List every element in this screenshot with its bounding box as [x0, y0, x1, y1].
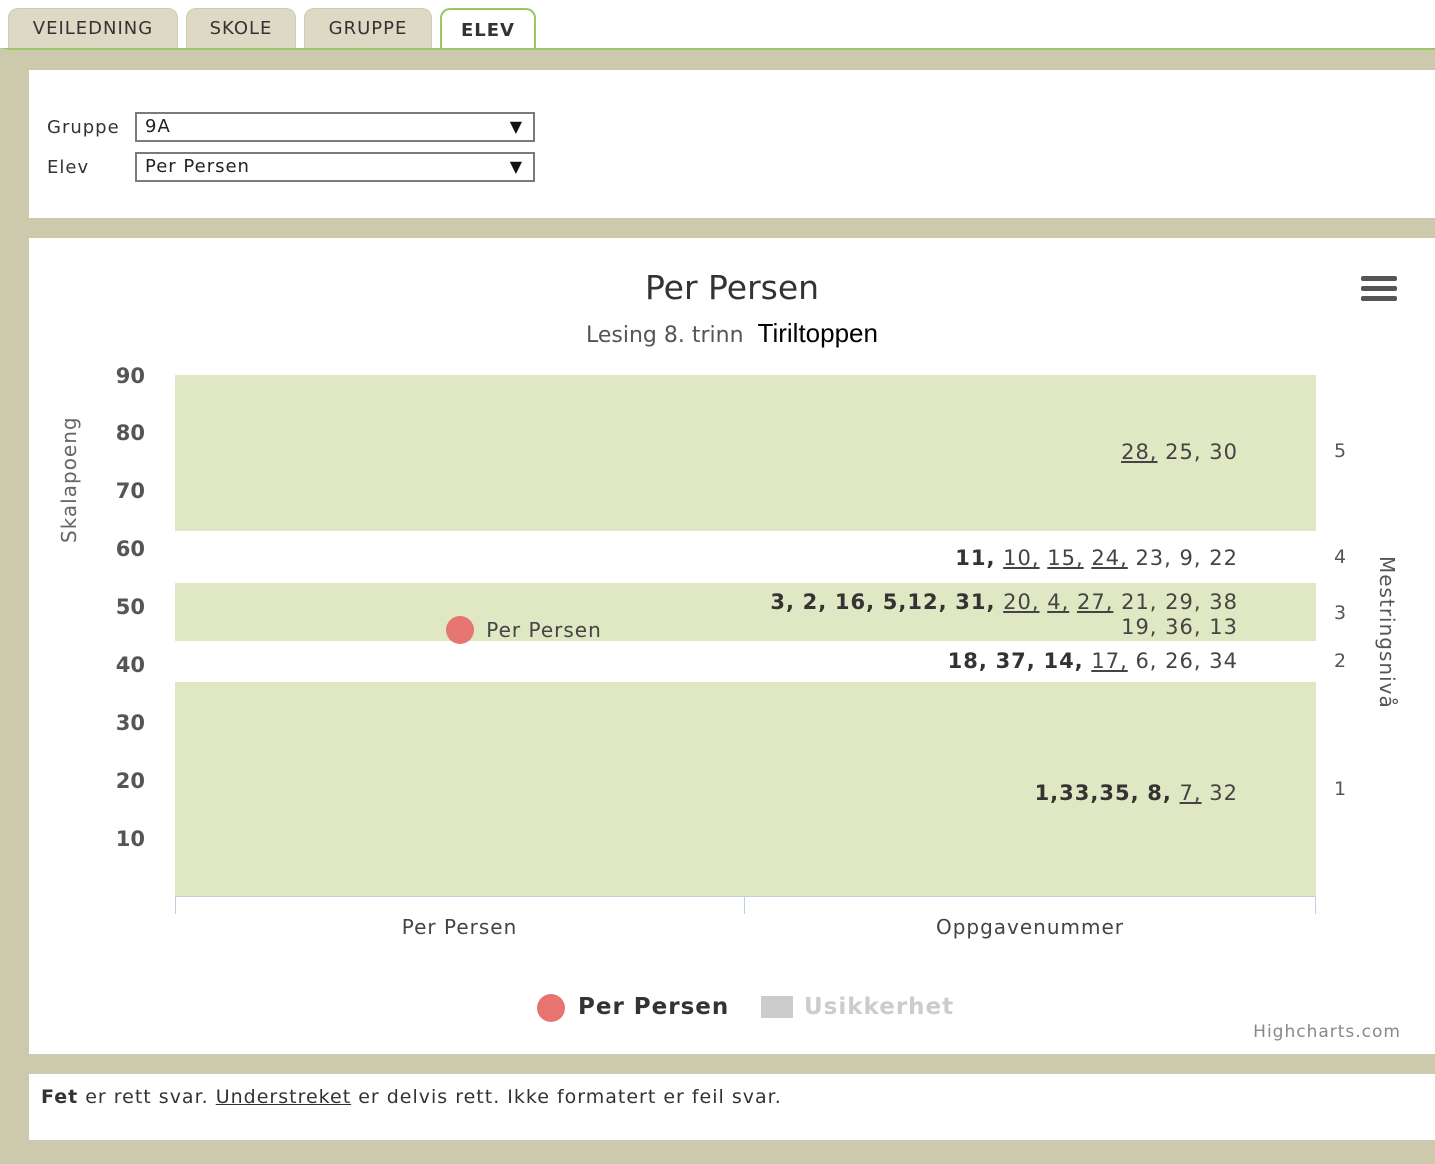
task-list-level-3: 3, 2, 16, 5,12, 31, 20, 4, 27, 21, 29, 3…	[770, 590, 1238, 614]
y-tick-label: 20	[115, 769, 145, 793]
x-axis-tick	[1315, 896, 1316, 914]
y-tick-label: 30	[115, 711, 145, 735]
tab-gruppe[interactable]: GRUPPE	[304, 8, 432, 48]
chart-panel: Per Persen Lesing 8. trinn Tiriltoppen 90…	[29, 238, 1435, 1054]
filter-panel: Gruppe 9A ▼ Elev Per Persen ▼	[29, 70, 1435, 218]
task-list-level-3b: 19, 36, 13	[1121, 615, 1238, 639]
tab-skole[interactable]: SKOLE	[186, 8, 296, 48]
legend-item-per-persen[interactable]: Per Persen	[578, 994, 729, 1020]
y-tick-label: 50	[115, 595, 145, 619]
y-tick-label: 60	[115, 537, 145, 561]
level-number: 2	[1334, 650, 1347, 672]
y-tick-label: 70	[115, 479, 145, 503]
level-number: 4	[1334, 546, 1347, 568]
student-select-value: Per Persen	[145, 156, 250, 177]
x-axis-tick	[744, 896, 745, 914]
task-list-level-4: 11, 10, 15, 24, 23, 9, 22	[955, 546, 1238, 570]
task-list-level-2: 18, 37, 14, 17, 6, 26, 34	[947, 649, 1238, 673]
level-number: 5	[1334, 440, 1347, 462]
student-select[interactable]: Per Persen ▼	[135, 152, 535, 182]
y-axis-label-right: Mestringsnivå	[1375, 556, 1399, 709]
x-category-label: Per Persen	[401, 915, 518, 939]
chart-subtitle-text: Lesing 8. trinn	[586, 323, 744, 348]
level-number: 1	[1334, 778, 1347, 800]
y-tick-label: 80	[115, 421, 145, 445]
y-axis-label: Skalapoeng	[57, 416, 81, 543]
format-note: Fet er rett svar. Understreket er delvis…	[41, 1086, 782, 1108]
tab-elev[interactable]: ELEV	[440, 8, 536, 50]
group-select[interactable]: 9A ▼	[135, 112, 535, 142]
student-label: Elev	[47, 157, 90, 178]
legend-note-panel: Fet er rett svar. Understreket er delvis…	[29, 1074, 1435, 1140]
x-category-label: Oppgavenummer	[935, 915, 1125, 939]
data-point-label: Per Persen	[486, 618, 602, 643]
y-tick-label: 90	[115, 364, 145, 388]
chart-title: Per Persen	[644, 268, 820, 307]
legend-marker-usikkerhet[interactable]	[761, 996, 793, 1018]
chart-subtitle-school: Tiriltoppen	[757, 318, 878, 348]
x-axis-line	[175, 896, 1316, 897]
y-tick-label: 10	[115, 827, 145, 851]
tab-veiledning[interactable]: VEILEDNING	[8, 8, 178, 48]
x-axis-tick	[175, 896, 176, 914]
tab-bar: VEILEDNING SKOLE GRUPPE ELEV	[0, 0, 1435, 50]
dropdown-arrow-icon: ▼	[509, 157, 523, 176]
highcharts-credits-link[interactable]: Highcharts.com	[1253, 1022, 1401, 1042]
group-label: Gruppe	[47, 117, 120, 138]
menu-icon[interactable]	[1361, 276, 1397, 306]
y-tick-label: 40	[115, 653, 145, 677]
chart-subtitle: Lesing 8. trinn Tiriltoppen	[29, 318, 1435, 349]
dropdown-arrow-icon: ▼	[509, 117, 523, 136]
level-number: 3	[1334, 602, 1347, 624]
task-list-level-5: 28, 25, 30	[1121, 440, 1238, 464]
group-select-value: 9A	[145, 116, 171, 137]
task-list-level-1: 1,33,35, 8, 7, 32	[1034, 781, 1238, 805]
legend-marker-per-persen[interactable]	[537, 994, 565, 1022]
legend-item-usikkerhet[interactable]: Usikkerhet	[804, 994, 954, 1020]
